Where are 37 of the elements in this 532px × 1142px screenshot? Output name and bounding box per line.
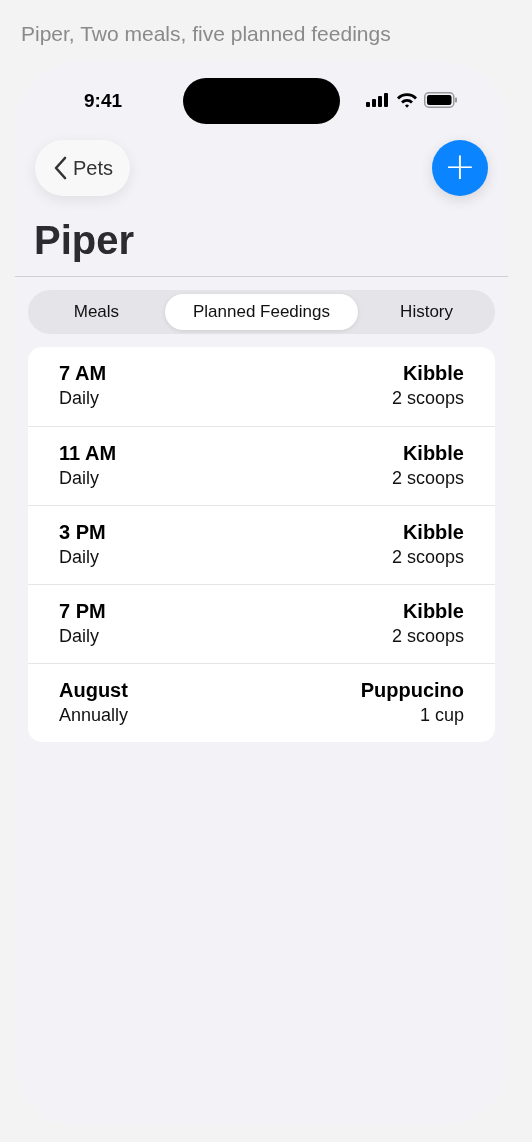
feeding-repeat: Daily (59, 547, 100, 568)
segment-tab[interactable]: Planned Feedings (164, 294, 359, 330)
food-amount: 1 cup (419, 705, 464, 726)
feeding-time: 11 AM (59, 442, 117, 465)
feeding-row[interactable]: 3 PM Daily Kibble 2 scoops (28, 505, 495, 584)
food-name: Puppucino (360, 679, 464, 702)
feeding-time: 7 AM (59, 362, 107, 385)
battery-icon (424, 92, 458, 108)
feeding-row[interactable]: 11 AM Daily Kibble 2 scoops (28, 426, 495, 505)
page-title: Piper (33, 217, 136, 264)
food-name: Kibble (402, 442, 464, 465)
segment-tab[interactable]: Meals (32, 294, 161, 330)
feeding-row[interactable]: 7 PM Daily Kibble 2 scoops (28, 584, 495, 663)
food-amount: 2 scoops (391, 388, 464, 409)
feeding-time: 7 PM (59, 600, 106, 623)
food-name: Kibble (402, 362, 464, 385)
feeding-time: 3 PM (59, 521, 106, 544)
feeding-repeat: Daily (59, 626, 100, 647)
back-button[interactable]: Pets (35, 140, 130, 196)
feeding-repeat: Annually (59, 705, 129, 726)
feeding-repeat: Daily (59, 388, 100, 409)
food-amount: 2 scoops (391, 547, 464, 568)
food-name: Kibble (402, 600, 464, 623)
wifi-icon (396, 92, 418, 108)
food-name: Kibble (402, 521, 464, 544)
food-amount: 2 scoops (391, 468, 464, 489)
chevron-left-icon (53, 156, 67, 180)
feeding-row[interactable]: 7 AM Daily Kibble 2 scoops (28, 347, 495, 426)
food-amount: 2 scoops (391, 626, 464, 647)
segment-tab[interactable]: History (362, 294, 491, 330)
feeding-row[interactable]: August Annually Puppucino 1 cup (28, 663, 495, 742)
status-time: 9:41 (84, 90, 123, 112)
add-button[interactable]: + (432, 140, 488, 196)
feeding-repeat: Daily (59, 468, 100, 489)
signal-icon (366, 93, 390, 107)
caption: Piper, Two meals, five planned feedings (20, 22, 392, 47)
feeding-time: August (59, 679, 129, 702)
